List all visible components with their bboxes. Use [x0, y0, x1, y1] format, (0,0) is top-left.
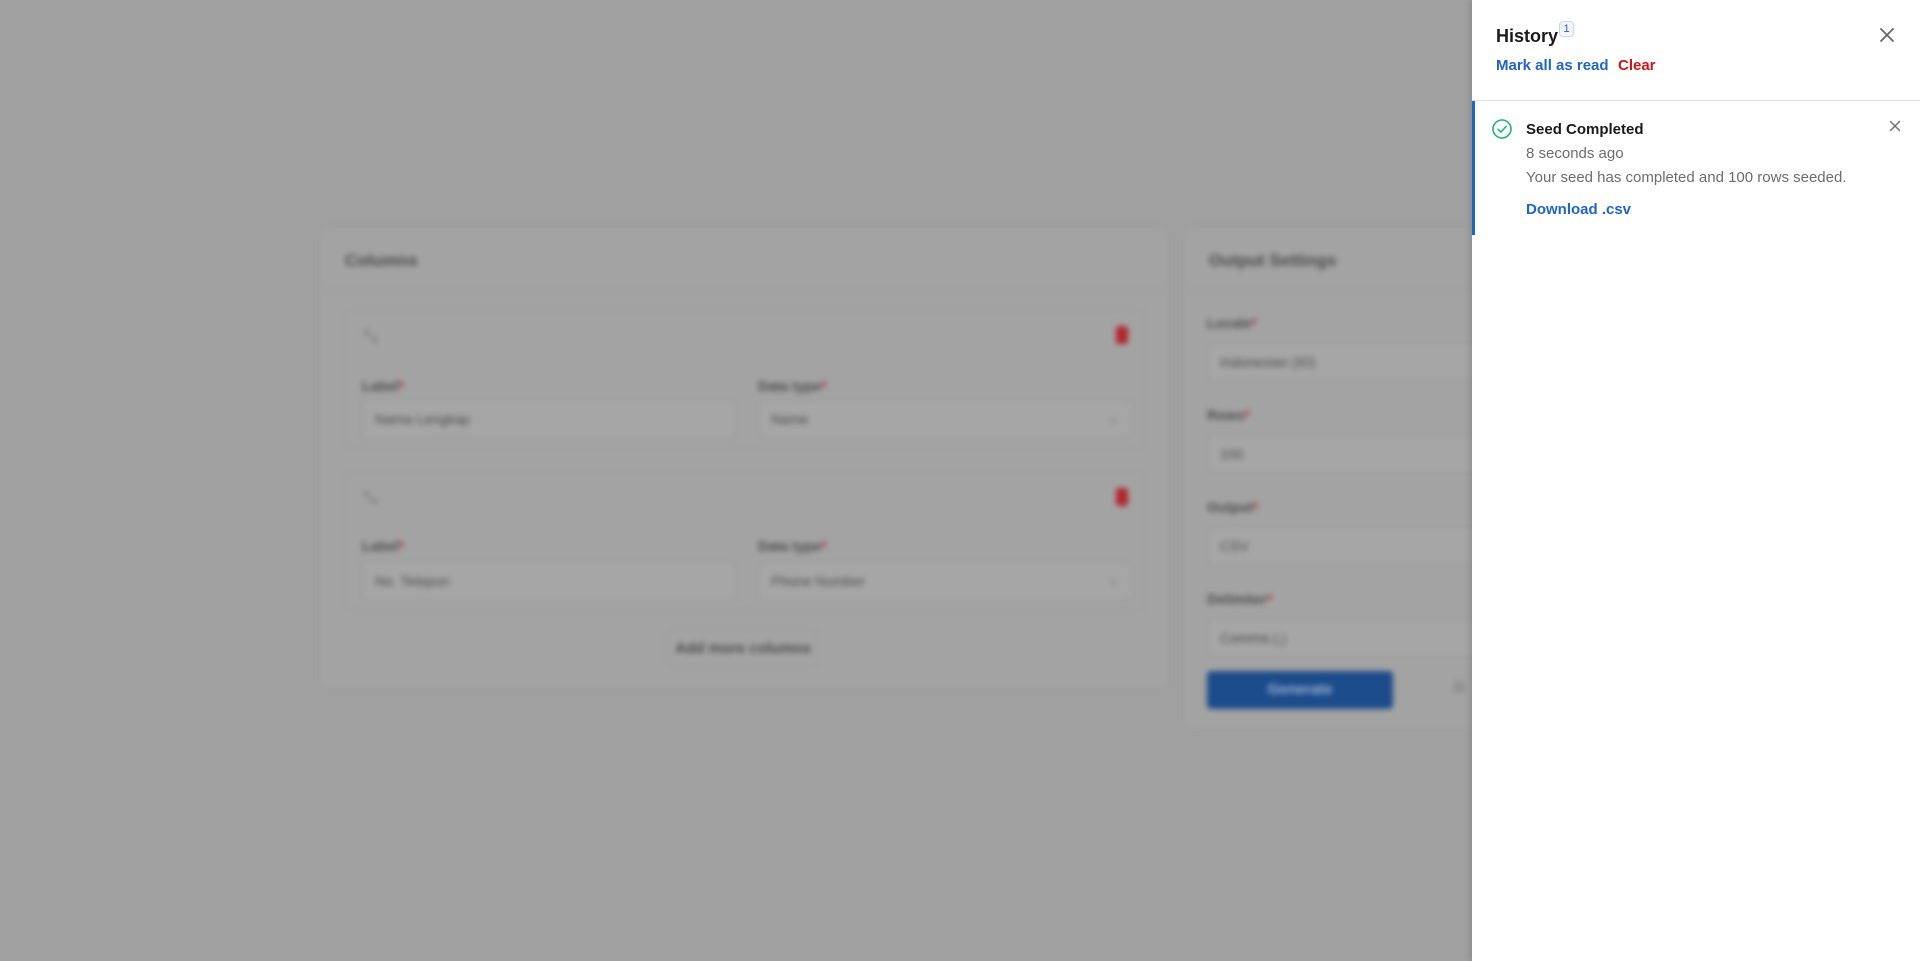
columns-card: Columns ⤡ Label* Data type* Nama Lengkap… [320, 228, 1168, 688]
history-drawer: History 1 Mark all as read Clear Seed Co… [1472, 0, 1920, 961]
print-icon: ⎙ [1453, 679, 1466, 696]
label-input: No. Telepon [362, 562, 736, 600]
label-field-title: Label* [362, 538, 405, 554]
trash-icon [1116, 326, 1128, 344]
trash-icon [1116, 488, 1128, 506]
dismiss-notification-icon[interactable] [1888, 119, 1902, 133]
column-block: ⤡ Label* Data type* Nama Lengkap Name ⌄ [345, 309, 1145, 449]
label-input: Nama Lengkap [362, 400, 736, 438]
column-block: ⤡ Label* Data type* No. Telepon Phone Nu… [345, 471, 1145, 611]
download-csv-link[interactable]: Download .csv [1526, 201, 1631, 218]
notification-time: 8 seconds ago [1526, 145, 1624, 162]
generate-button: Generate [1207, 671, 1393, 709]
drag-handle-icon: ⤡ [364, 328, 377, 345]
notification-message: Your seed has completed and 100 rows see… [1526, 169, 1847, 186]
label-field-title: Label* [362, 378, 405, 394]
unread-count-badge: 1 [1559, 21, 1574, 37]
data-type-field-title: Data type* [758, 538, 827, 554]
drawer-header: History 1 Mark all as read Clear [1472, 0, 1920, 101]
notification-item: Seed Completed 8 seconds ago Your seed h… [1472, 101, 1920, 235]
columns-card-title: Columns [321, 229, 1167, 291]
data-type-select: Phone Number ⌄ [758, 562, 1132, 600]
locale-label: Locale* [1207, 315, 1257, 331]
data-type-select: Name ⌄ [758, 400, 1132, 438]
data-type-field-title: Data type* [758, 378, 827, 394]
drawer-title: History [1496, 26, 1559, 46]
drag-handle-icon: ⤡ [364, 490, 377, 507]
mark-all-read-button[interactable]: Mark all as read [1496, 57, 1609, 74]
clear-button[interactable]: Clear [1618, 57, 1656, 74]
check-circle-icon [1492, 119, 1512, 139]
output-label: Output* [1207, 499, 1259, 515]
close-icon[interactable] [1876, 24, 1898, 46]
chevron-down-icon: ⌄ [1108, 411, 1119, 425]
rows-label: Rows* [1207, 407, 1250, 423]
chevron-down-icon: ⌄ [1108, 573, 1119, 587]
notification-title: Seed Completed [1526, 121, 1644, 138]
add-more-columns-button: Add more columns [667, 629, 819, 667]
delimiter-label: Delimiter* [1207, 591, 1273, 607]
